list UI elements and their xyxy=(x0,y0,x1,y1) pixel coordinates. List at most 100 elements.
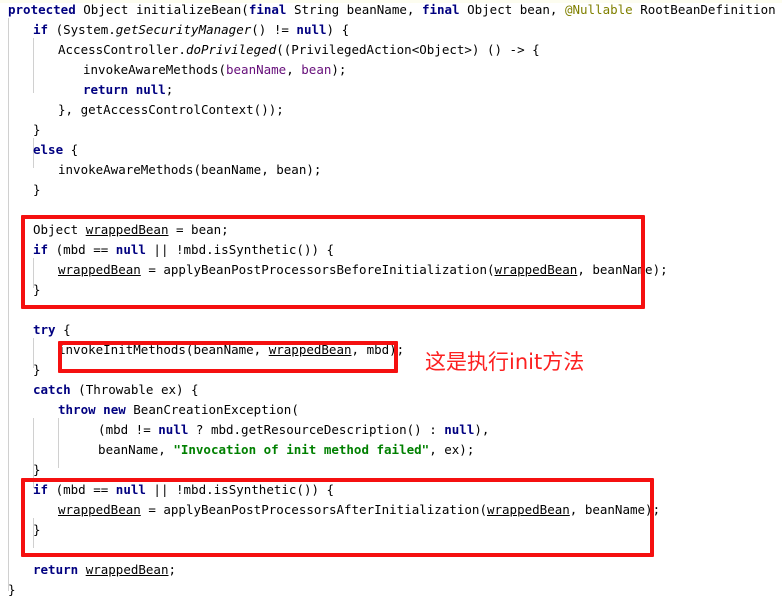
code-line[interactable]: } xyxy=(0,520,782,540)
code-token: invokeAwareMethods(beanName, bean); xyxy=(58,162,322,177)
code-token: return xyxy=(83,82,129,97)
code-token: ; xyxy=(168,562,177,577)
code-token: ); xyxy=(331,62,347,77)
code-line[interactable]: catch (Throwable ex) { xyxy=(0,380,782,400)
code-line[interactable]: throw new BeanCreationException( xyxy=(0,400,782,420)
code-token: wrappedBean xyxy=(486,502,570,517)
code-token: (Throwable ex) { xyxy=(70,382,199,397)
code-token: BeanCreationException( xyxy=(125,402,299,417)
code-token: = bean; xyxy=(168,222,229,237)
code-token: catch xyxy=(33,382,71,397)
code-token: invokeAwareMethods( xyxy=(83,62,226,77)
code-token: wrappedBean xyxy=(494,262,578,277)
code-line[interactable]: invokeAwareMethods(beanName, bean); xyxy=(0,160,782,180)
code-token: RootBeanDefinition mbd) { xyxy=(640,2,776,17)
code-token: || !mbd.isSynthetic()) { xyxy=(145,242,335,257)
code-line[interactable]: Object wrappedBean = bean; xyxy=(0,220,782,240)
code-token: throw xyxy=(58,402,96,417)
code-token: if xyxy=(33,482,49,497)
code-token: AccessController. xyxy=(58,42,186,57)
code-token: } xyxy=(33,122,41,137)
code-line[interactable]: wrappedBean = applyBeanPostProcessorsBef… xyxy=(0,260,782,280)
code-line[interactable]: return null; xyxy=(0,80,782,100)
code-token: new xyxy=(103,402,126,417)
code-line[interactable] xyxy=(0,200,782,220)
code-token: } xyxy=(33,462,41,477)
code-token: @Nullable xyxy=(564,2,633,17)
code-token: try xyxy=(33,322,56,337)
code-token: (System. xyxy=(48,22,116,37)
code-token: ) { xyxy=(326,22,350,37)
code-token: null xyxy=(158,422,189,437)
code-line[interactable]: if (System.getSecurityManager() != null)… xyxy=(0,20,782,40)
source-code-block[interactable]: protected Object initializeBean(final St… xyxy=(0,0,782,600)
code-token: ; xyxy=(165,82,174,97)
code-line[interactable]: try { xyxy=(0,320,782,340)
init-method-note: 这是执行init方法 xyxy=(425,350,585,374)
code-token: null xyxy=(296,22,327,37)
code-line[interactable]: (mbd != null ? mbd.getResourceDescriptio… xyxy=(0,420,782,440)
code-token: getSecurityManager xyxy=(115,22,252,37)
code-token: null xyxy=(444,422,475,437)
code-token: Object bean, xyxy=(459,2,565,17)
code-token: "Invocation of init method failed" xyxy=(173,442,430,457)
code-token: (mbd != xyxy=(83,422,159,437)
code-line[interactable]: if (mbd == null || !mbd.isSynthetic()) { xyxy=(0,240,782,260)
code-token: Object initializeBean( xyxy=(75,2,249,17)
code-token: else xyxy=(33,142,64,157)
code-token: doPrivileged xyxy=(185,42,277,57)
code-token: ? mbd.getResourceDescription() : xyxy=(188,422,445,437)
code-line[interactable]: return wrappedBean; xyxy=(0,560,782,580)
code-token: ((PrivilegedAction<Object>) () -> { xyxy=(276,42,540,57)
code-token: { xyxy=(63,142,79,157)
code-token: } xyxy=(33,282,41,297)
code-line[interactable]: else { xyxy=(0,140,782,160)
code-line[interactable]: } xyxy=(0,280,782,300)
code-token: if xyxy=(33,22,49,37)
code-token: , mbd); xyxy=(351,342,405,357)
code-token: null xyxy=(115,242,146,257)
code-line[interactable]: } xyxy=(0,180,782,200)
code-token: null xyxy=(135,82,166,97)
code-token: beanName, xyxy=(83,442,174,457)
code-token: , ex); xyxy=(429,442,475,457)
code-line[interactable] xyxy=(0,540,782,560)
code-token: wrappedBean xyxy=(268,342,352,357)
code-line[interactable]: } xyxy=(0,580,782,600)
code-editor-surface[interactable]: protected Object initializeBean(final St… xyxy=(0,0,782,606)
code-token: beanName xyxy=(226,62,287,77)
code-token: bean xyxy=(301,62,332,77)
code-line[interactable]: invokeInitMethods(beanName, wrappedBean,… xyxy=(0,340,782,360)
code-token: }, getAccessControlContext()); xyxy=(58,102,284,117)
code-token: , beanName); xyxy=(569,502,661,517)
code-line[interactable]: wrappedBean = applyBeanPostProcessorsAft… xyxy=(0,500,782,520)
code-token: wrappedBean xyxy=(58,262,141,277)
code-token: = applyBeanPostProcessorsAfterInitializa… xyxy=(140,502,487,517)
code-token: { xyxy=(55,322,71,337)
code-line[interactable]: }, getAccessControlContext()); xyxy=(0,100,782,120)
code-token: if xyxy=(33,242,49,257)
code-line[interactable]: } xyxy=(0,360,782,380)
code-line[interactable]: AccessController.doPrivileged((Privilege… xyxy=(0,40,782,60)
code-line[interactable]: protected Object initializeBean(final St… xyxy=(0,0,782,20)
code-token: wrappedBean xyxy=(85,222,169,237)
code-token: (mbd == xyxy=(48,242,116,257)
code-token: } xyxy=(33,182,41,197)
code-line[interactable]: } xyxy=(0,120,782,140)
code-token: String beanName, xyxy=(286,2,422,17)
code-line[interactable] xyxy=(0,300,782,320)
code-token: wrappedBean xyxy=(58,502,141,517)
code-line[interactable]: invokeAwareMethods(beanName, bean); xyxy=(0,60,782,80)
code-token: , xyxy=(286,62,302,77)
code-token: ), xyxy=(474,422,490,437)
code-line[interactable]: if (mbd == null || !mbd.isSynthetic()) { xyxy=(0,480,782,500)
code-token: () != xyxy=(251,22,297,37)
code-token: wrappedBean xyxy=(85,562,169,577)
code-token: protected xyxy=(8,2,76,17)
code-line[interactable]: } xyxy=(0,460,782,480)
code-token: } xyxy=(33,522,41,537)
code-token: return xyxy=(33,562,79,577)
code-line[interactable]: beanName, "Invocation of init method fai… xyxy=(0,440,782,460)
